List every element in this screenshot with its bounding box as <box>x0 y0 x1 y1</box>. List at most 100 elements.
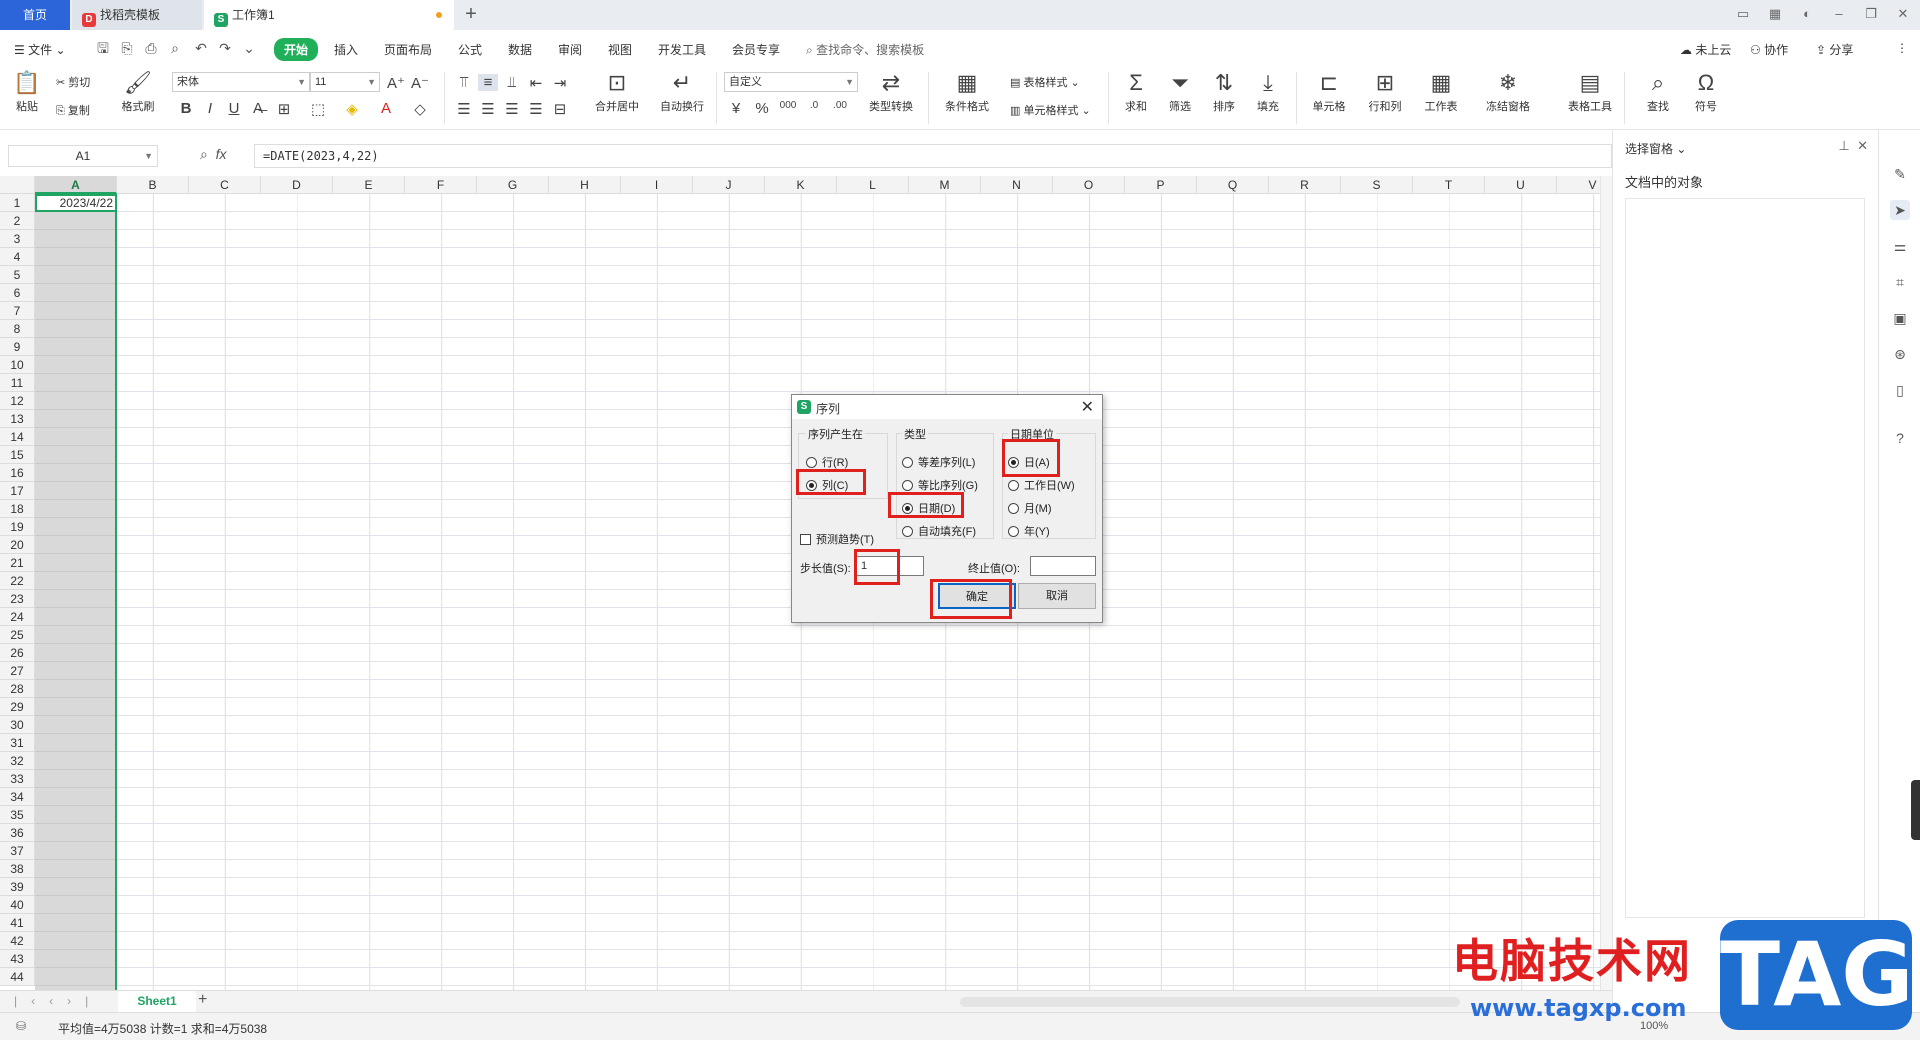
zoom-formula-icon[interactable]: ⌕ <box>200 146 208 162</box>
menu-tab-formulas[interactable]: 公式 <box>458 41 482 58</box>
column-header[interactable]: V <box>1557 176 1600 194</box>
decimal-decrease-icon[interactable]: .00 <box>830 100 850 111</box>
row-header[interactable]: 15 <box>0 446 35 464</box>
properties-icon[interactable]: ⚌ <box>1890 236 1910 256</box>
compass-icon[interactable]: ⊛ <box>1890 344 1910 364</box>
column-header[interactable]: J <box>693 176 765 194</box>
export-icon[interactable]: ⎘ <box>118 39 136 57</box>
font-name-select[interactable]: 宋体 ▼ <box>172 72 310 92</box>
font-color-icon[interactable]: A <box>376 100 396 117</box>
column-header[interactable]: P <box>1125 176 1197 194</box>
border-icon[interactable]: ⊞ <box>274 100 294 118</box>
file-menu[interactable]: ☰ 文件 ⌄ <box>14 41 66 58</box>
vertical-scrollbar[interactable] <box>1600 176 1612 990</box>
select-pointer-icon[interactable]: ➤ <box>1890 200 1910 220</box>
layout-icon[interactable]: ▭ <box>1734 6 1752 22</box>
pin-icon[interactable]: ⊥ <box>1839 138 1850 153</box>
row-header[interactable]: 6 <box>0 284 35 302</box>
print-icon[interactable]: ⎙ <box>142 39 160 57</box>
radio-year[interactable]: 年(Y) <box>1008 523 1050 539</box>
align-left-icon[interactable]: ☰ <box>454 100 474 118</box>
row-header[interactable]: 7 <box>0 302 35 320</box>
wrap-text-button[interactable]: ↵ 自动换行 <box>656 70 708 114</box>
align-top-icon[interactable]: ⫪ <box>454 74 474 91</box>
sum-button[interactable]: Σ 求和 <box>1116 70 1156 114</box>
tab-home[interactable]: 首页 <box>0 0 70 30</box>
avatar[interactable]: ◐ <box>1798 6 1816 22</box>
close-icon[interactable]: ✕ <box>1081 397 1094 417</box>
menu-tab-home[interactable]: 开始 <box>274 38 319 61</box>
collab-button[interactable]: ⚇ 协作 <box>1750 41 1788 58</box>
row-header[interactable]: 26 <box>0 644 35 662</box>
row-header[interactable]: 14 <box>0 428 35 446</box>
table-style-button[interactable]: ▤ 表格样式 ⌄ <box>1010 74 1080 90</box>
name-box[interactable]: A1 ▼ <box>8 145 158 167</box>
column-header[interactable]: I <box>621 176 693 194</box>
format-painter-button[interactable]: 🖌 格式刷 <box>118 70 158 114</box>
sheet-tab-sheet1[interactable]: Sheet1 <box>118 991 196 1012</box>
menu-tab-developer[interactable]: 开发工具 <box>658 41 706 58</box>
indent-decrease-icon[interactable]: ⇤ <box>526 74 546 92</box>
cell-a1[interactable]: 2023/4/22 <box>35 194 117 212</box>
crop-icon[interactable]: ⌗ <box>1890 272 1910 292</box>
row-header[interactable]: 28 <box>0 680 35 698</box>
more-icon[interactable]: ⋮ <box>1896 41 1908 55</box>
row-header[interactable]: 35 <box>0 806 35 824</box>
menu-tab-data[interactable]: 数据 <box>508 41 532 58</box>
thousands-icon[interactable]: 000 <box>778 100 798 111</box>
minimize-icon[interactable]: – <box>1830 6 1848 22</box>
column-header[interactable]: M <box>909 176 981 194</box>
table-tools-button[interactable]: ▤ 表格工具 <box>1562 70 1618 114</box>
row-header[interactable]: 10 <box>0 356 35 374</box>
column-header[interactable]: R <box>1269 176 1341 194</box>
column-header[interactable]: U <box>1485 176 1557 194</box>
command-search[interactable]: ⌕ 查找命令、搜索模板 <box>806 41 924 58</box>
image-icon[interactable]: ▣ <box>1890 308 1910 328</box>
row-header[interactable]: 21 <box>0 554 35 572</box>
row-header[interactable]: 30 <box>0 716 35 734</box>
trend-checkbox[interactable]: 预测趋势(T) <box>800 531 874 547</box>
column-header[interactable]: F <box>405 176 477 194</box>
column-header[interactable]: C <box>189 176 261 194</box>
menu-tab-review[interactable]: 审阅 <box>558 41 582 58</box>
row-header[interactable]: 5 <box>0 266 35 284</box>
distributed-icon[interactable]: ⊟ <box>550 100 570 118</box>
column-header[interactable]: Q <box>1197 176 1269 194</box>
row-header[interactable]: 3 <box>0 230 35 248</box>
fx-icon[interactable]: fx <box>216 146 227 162</box>
row-header[interactable]: 22 <box>0 572 35 590</box>
cut-button[interactable]: ✂ 剪切 <box>56 74 90 90</box>
row-header[interactable]: 23 <box>0 590 35 608</box>
copy-button[interactable]: ⎘ 复制 <box>56 102 90 118</box>
fill-color-icon[interactable]: ◈ <box>342 100 362 118</box>
justify-icon[interactable]: ☰ <box>526 100 546 118</box>
align-center-icon[interactable]: ☰ <box>478 100 498 118</box>
book-icon[interactable]: ▯ <box>1890 380 1910 400</box>
percent-icon[interactable]: % <box>752 100 772 117</box>
row-header[interactable]: 2 <box>0 212 35 230</box>
column-header[interactable]: G <box>477 176 549 194</box>
worksheet-button[interactable]: ▦ 工作表 <box>1416 70 1466 114</box>
horizontal-scrollbar[interactable] <box>960 997 1460 1007</box>
add-sheet-button[interactable]: + <box>198 991 207 1009</box>
menu-tab-view[interactable]: 视图 <box>608 41 632 58</box>
bold-icon[interactable]: B <box>176 100 196 117</box>
help-icon[interactable]: ? <box>1890 428 1910 448</box>
sort-button[interactable]: ⇅ 排序 <box>1204 70 1244 114</box>
row-header[interactable]: 19 <box>0 518 35 536</box>
indent-increase-icon[interactable]: ⇥ <box>550 74 570 92</box>
row-header[interactable]: 29 <box>0 698 35 716</box>
select-all-corner[interactable] <box>0 176 35 194</box>
tab-template[interactable]: D 找稻壳模板 <box>72 0 202 30</box>
row-header[interactable]: 20 <box>0 536 35 554</box>
cell-style-button[interactable]: ▥ 单元格样式 ⌄ <box>1010 102 1091 118</box>
style-icon[interactable]: ✎ <box>1890 164 1910 184</box>
conditional-format-button[interactable]: ▦ 条件格式 <box>936 70 998 114</box>
row-header[interactable]: 36 <box>0 824 35 842</box>
macro-icon[interactable]: ⛁ <box>16 1019 26 1033</box>
cell-button[interactable]: ⊏ 单元格 <box>1304 70 1354 114</box>
column-header[interactable]: A <box>35 176 117 194</box>
print-preview-icon[interactable]: ⌕ <box>166 39 184 57</box>
column-header[interactable]: D <box>261 176 333 194</box>
align-middle-icon[interactable]: ≡ <box>478 74 498 91</box>
